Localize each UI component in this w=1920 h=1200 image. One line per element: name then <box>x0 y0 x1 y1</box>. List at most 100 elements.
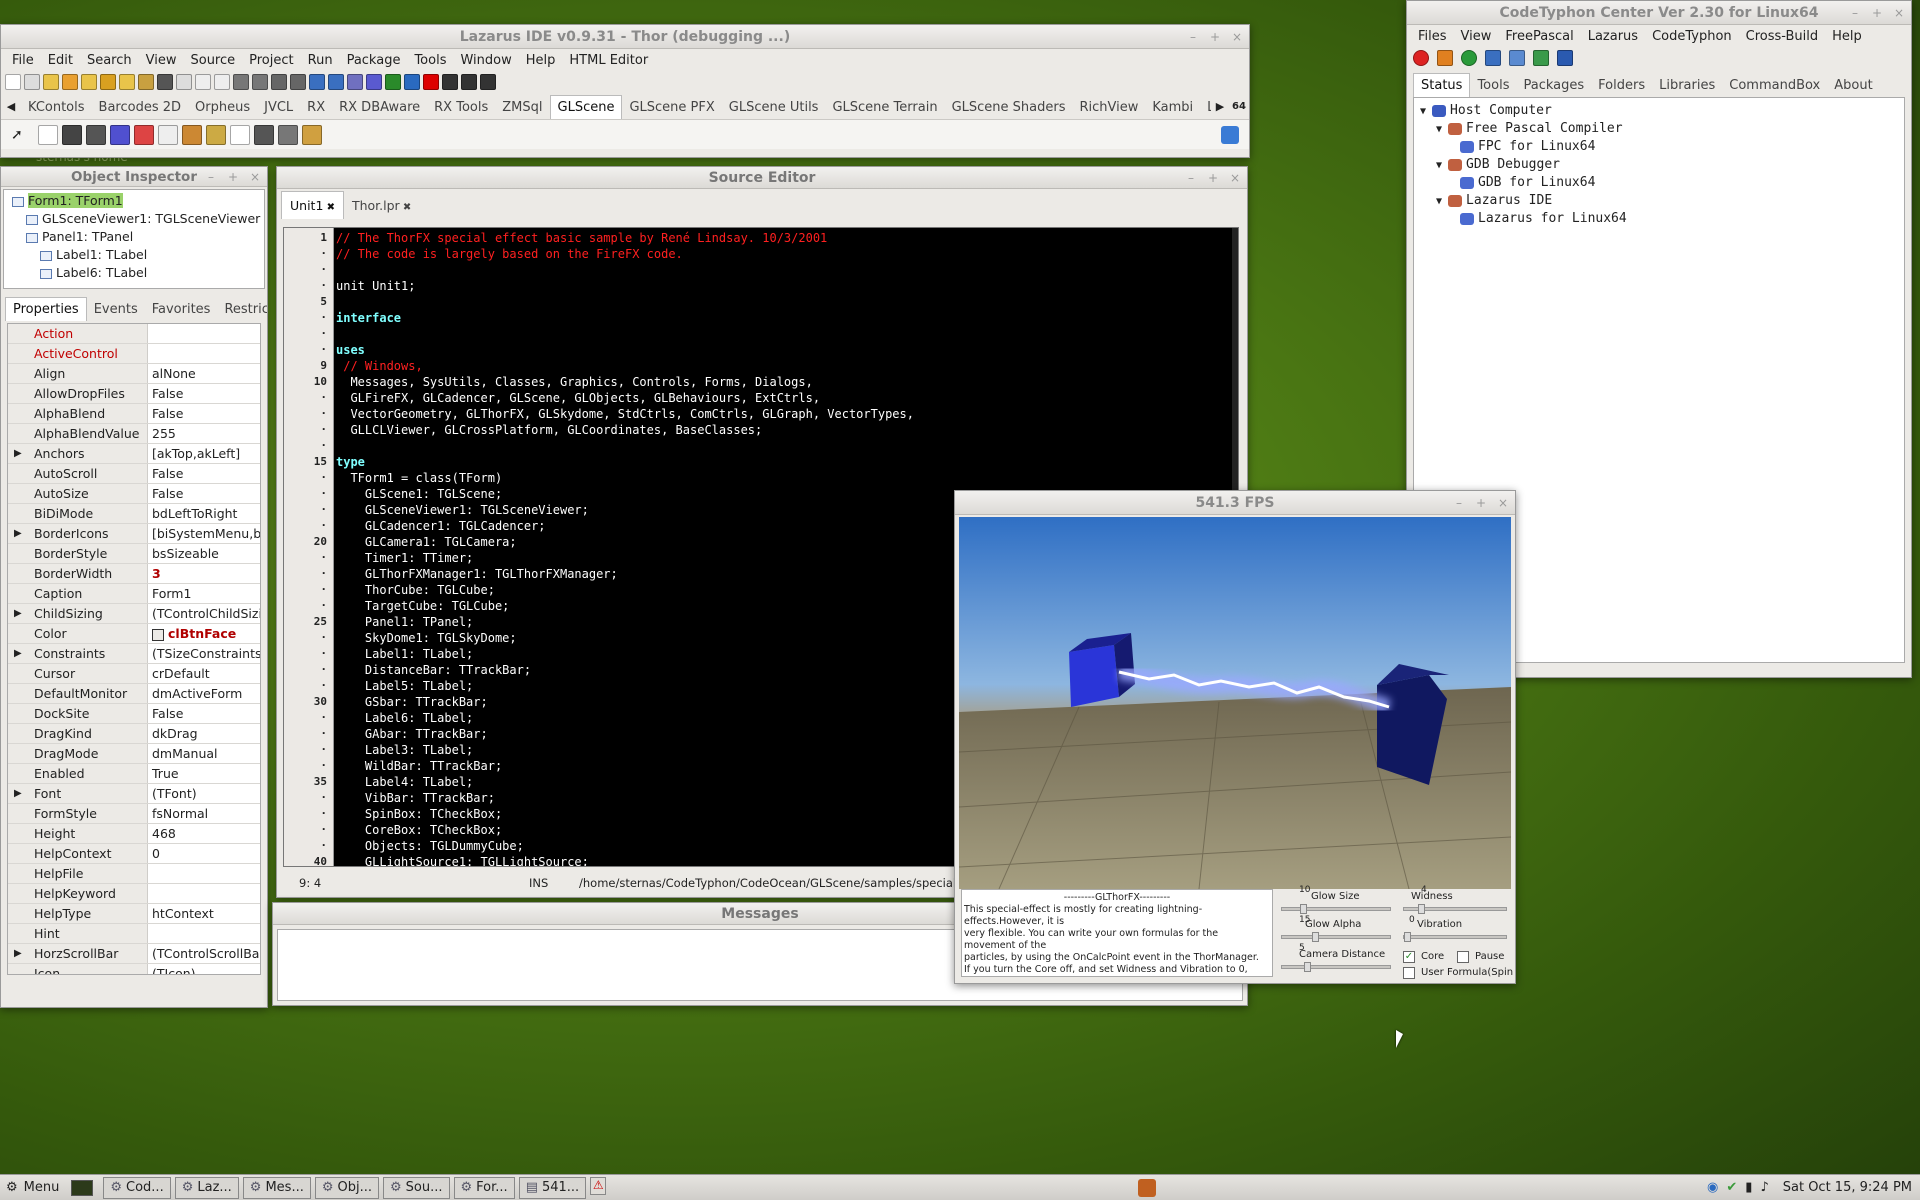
toolbar-icon-11[interactable] <box>214 74 230 90</box>
palette-tab-rx-dbaware[interactable]: RX DBAware <box>332 96 427 119</box>
taskbar-task[interactable]: ⚙ Obj... <box>314 1176 379 1199</box>
toolbar-icon-19[interactable] <box>366 74 382 90</box>
property-row[interactable]: BiDiMode bdLeftToRight <box>8 504 260 524</box>
close-icon[interactable]: × <box>1229 167 1241 188</box>
menu-project[interactable]: Project <box>242 53 300 68</box>
menu-view[interactable]: View <box>139 53 184 68</box>
codetyphon-title-bar[interactable]: CodeTyphon Center Ver 2.30 for Linux64 –… <box>1407 1 1911 25</box>
property-row[interactable]: DefaultMonitor dmActiveForm <box>8 684 260 704</box>
property-value[interactable]: dmManual <box>148 744 260 763</box>
toolbar-icon-23[interactable] <box>442 74 458 90</box>
palette-scroll-left-icon[interactable]: ◀ <box>1 100 21 113</box>
glow-size-slider[interactable] <box>1281 904 1391 914</box>
property-row[interactable]: AutoScroll False <box>8 464 260 484</box>
property-row[interactable]: Caption Form1 <box>8 584 260 604</box>
toolbar-icon-13[interactable] <box>252 74 268 90</box>
tab-packages[interactable]: Packages <box>1516 74 1591 97</box>
toolbar-icon-24[interactable] <box>461 74 477 90</box>
toolbar-icon-17[interactable] <box>328 74 344 90</box>
toolbar-icon-2[interactable] <box>43 74 59 90</box>
toolbar-icon-0[interactable] <box>5 74 21 90</box>
tab-folders[interactable]: Folders <box>1591 74 1652 97</box>
property-row[interactable]: Constraints ▶ (TSizeConstraints <box>8 644 260 664</box>
expand-arrow-icon[interactable]: ▼ <box>1420 106 1432 117</box>
typhon-tray-icon[interactable]: ◉ <box>1707 1180 1718 1195</box>
property-row[interactable]: HelpContext 0 <box>8 844 260 864</box>
property-row[interactable]: HorzScrollBar ▶ (TControlScrollBar <box>8 944 260 964</box>
maximize-icon[interactable]: + <box>1475 491 1487 514</box>
property-value[interactable]: (TIcon) <box>148 964 260 974</box>
tab-status[interactable]: Status <box>1413 73 1471 97</box>
property-row[interactable]: Font ▶ (TFont) <box>8 784 260 804</box>
stop-icon[interactable] <box>1413 50 1429 66</box>
export-icon[interactable] <box>1533 50 1549 66</box>
property-value[interactable]: fsNormal <box>148 804 260 823</box>
taskbar-task[interactable]: ⚙ Sou... <box>383 1176 450 1199</box>
component-tree-item[interactable]: Label6: TLabel <box>4 264 264 282</box>
pause-checkbox[interactable] <box>1457 951 1469 963</box>
property-row[interactable]: DockSite False <box>8 704 260 724</box>
palette-tab-jvcl[interactable]: JVCL <box>257 96 300 119</box>
clock[interactable]: Sat Oct 15, 9:24 PM <box>1783 1180 1912 1195</box>
toolbar-icon-16[interactable] <box>309 74 325 90</box>
property-row[interactable]: AlphaBlendValue 255 <box>8 424 260 444</box>
source-editor-title-bar[interactable]: Source Editor – + × <box>277 167 1247 189</box>
expand-arrow-icon[interactable]: ▶ <box>14 604 22 623</box>
shield-icon[interactable]: ✔ <box>1726 1180 1737 1195</box>
toolbar-icon-21[interactable] <box>404 74 420 90</box>
camera-distance-slider[interactable] <box>1281 962 1391 972</box>
close-tab-icon[interactable]: ✖ <box>323 202 335 213</box>
maximize-icon[interactable]: + <box>1871 1 1883 24</box>
palette-tab-zmsql[interactable]: ZMSql <box>495 96 549 119</box>
taskbar-task[interactable]: ⚙ Laz... <box>174 1176 239 1199</box>
component-icon-2[interactable] <box>86 124 106 145</box>
toolbar-icon-6[interactable] <box>119 74 135 90</box>
toolbar-icon-25[interactable] <box>480 74 496 90</box>
down-arrow-icon[interactable] <box>1437 50 1453 66</box>
property-value[interactable]: False <box>148 484 260 503</box>
refresh-icon[interactable] <box>1461 50 1477 66</box>
palette-tab-glscene-utils[interactable]: GLScene Utils <box>722 96 826 119</box>
tab-events[interactable]: Events <box>87 298 145 321</box>
palette-tab-richview[interactable]: RichView <box>1072 96 1145 119</box>
property-value[interactable]: dmActiveForm <box>148 684 260 703</box>
property-value[interactable]: False <box>148 464 260 483</box>
status-tree-item[interactable]: ▼ Host Computer <box>1414 102 1904 120</box>
lazarus-title-bar[interactable]: Lazarus IDE v0.9.31 - Thor (debugging ..… <box>1 25 1249 49</box>
palette-tab-orpheus[interactable]: Orpheus <box>188 96 257 119</box>
pointer-tool-icon[interactable]: ➚ <box>11 127 33 143</box>
component-icon-5[interactable] <box>158 124 178 145</box>
property-row[interactable]: ChildSizing ▶ (TControlChildSizi <box>8 604 260 624</box>
close-icon[interactable]: × <box>1497 491 1509 514</box>
toolbar-icon-1[interactable] <box>24 74 40 90</box>
property-value[interactable]: [biSystemMenu,b <box>148 524 260 543</box>
property-value[interactable]: 255 <box>148 424 260 443</box>
property-row[interactable]: BorderStyle bsSizeable <box>8 544 260 564</box>
menu-edit[interactable]: Edit <box>41 53 80 68</box>
glscene-viewport[interactable] <box>959 517 1511 889</box>
property-value[interactable]: False <box>148 404 260 423</box>
palette-tab-rx-tools[interactable]: RX Tools <box>427 96 495 119</box>
fps-title-bar[interactable]: 541.3 FPS – + × <box>955 491 1515 515</box>
maximize-icon[interactable]: + <box>227 167 239 186</box>
property-value[interactable]: (TControlChildSizi <box>148 604 260 623</box>
property-value[interactable] <box>148 864 260 883</box>
task-icon-extra[interactable]: ⚠ <box>590 1176 607 1195</box>
property-value[interactable]: [akTop,akLeft] <box>148 444 260 463</box>
component-tree-item[interactable]: Label1: TLabel <box>4 246 264 264</box>
toolbar-icon-15[interactable] <box>290 74 306 90</box>
menu-codetyphon[interactable]: CodeTyphon <box>1645 29 1739 44</box>
menu-help[interactable]: Help <box>519 53 563 68</box>
property-value[interactable] <box>148 344 260 363</box>
menu-cross-build[interactable]: Cross-Build <box>1739 29 1826 44</box>
taskbar-task[interactable]: ⚙ Mes... <box>242 1176 311 1199</box>
property-value[interactable]: bdLeftToRight <box>148 504 260 523</box>
taskbar-task[interactable]: ▤ 541... <box>518 1176 587 1199</box>
property-row[interactable]: Align alNone <box>8 364 260 384</box>
component-icon-8[interactable] <box>230 124 250 145</box>
component-icon-6[interactable] <box>182 124 202 145</box>
palette-tab-kcontols[interactable]: KContols <box>21 96 92 119</box>
toolbar-icon-22[interactable] <box>423 74 439 90</box>
status-tree-item[interactable]: ▼ GDB Debugger <box>1414 156 1904 174</box>
object-inspector-title-bar[interactable]: Object Inspector – + × <box>1 167 267 187</box>
